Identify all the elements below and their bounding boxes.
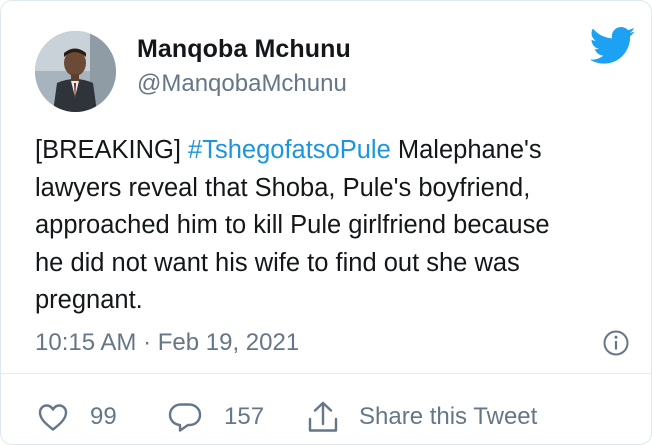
reply-button[interactable]: 157 (167, 397, 264, 437)
divider (1, 373, 651, 374)
tweet-text-line-4: he did not want his wife to find out she… (35, 248, 520, 277)
tweet-text: [BREAKING] #TshegofatsoPule Malephane's … (35, 132, 625, 320)
share-icon (308, 401, 338, 432)
like-button[interactable]: 99 (37, 397, 117, 437)
avatar-image (35, 31, 116, 112)
tweet-text-suffix: Malephane's (390, 136, 542, 164)
heart-icon (38, 404, 68, 431)
tweet-text-line-2: lawyers reveal that Shoba, Pule's boyfri… (35, 173, 531, 202)
info-icon[interactable] (602, 329, 630, 357)
tweet-text-line-1: [BREAKING] #TshegofatsoPule Malephane's (35, 132, 625, 170)
tweet-timestamp[interactable]: 10:15 AM · Feb 19, 2021 (35, 329, 299, 357)
avatar[interactable] (35, 31, 116, 112)
share-button[interactable]: Share this Tweet (307, 397, 537, 437)
share-label: Share this Tweet (359, 403, 538, 430)
tweet-card[interactable]: Manqoba Mchunu @ManqobaMchunu [BREAKING]… (0, 0, 652, 445)
hashtag-link[interactable]: #TshegofatsoPule (188, 136, 391, 164)
tweet-text-line-3: approached him to kill Pule girlfriend b… (35, 211, 550, 239)
author-handle[interactable]: @ManqobaMchunu (137, 70, 347, 98)
reply-count: 157 (224, 403, 265, 430)
twitter-bird-icon[interactable] (590, 26, 636, 66)
author-display-name[interactable]: Manqoba Mchunu (137, 35, 351, 64)
tweet-text-line-5: pregnant. (35, 286, 143, 314)
reply-icon (168, 403, 202, 432)
like-count: 99 (90, 403, 117, 430)
tweet-text-prefix: [BREAKING] (35, 136, 189, 164)
